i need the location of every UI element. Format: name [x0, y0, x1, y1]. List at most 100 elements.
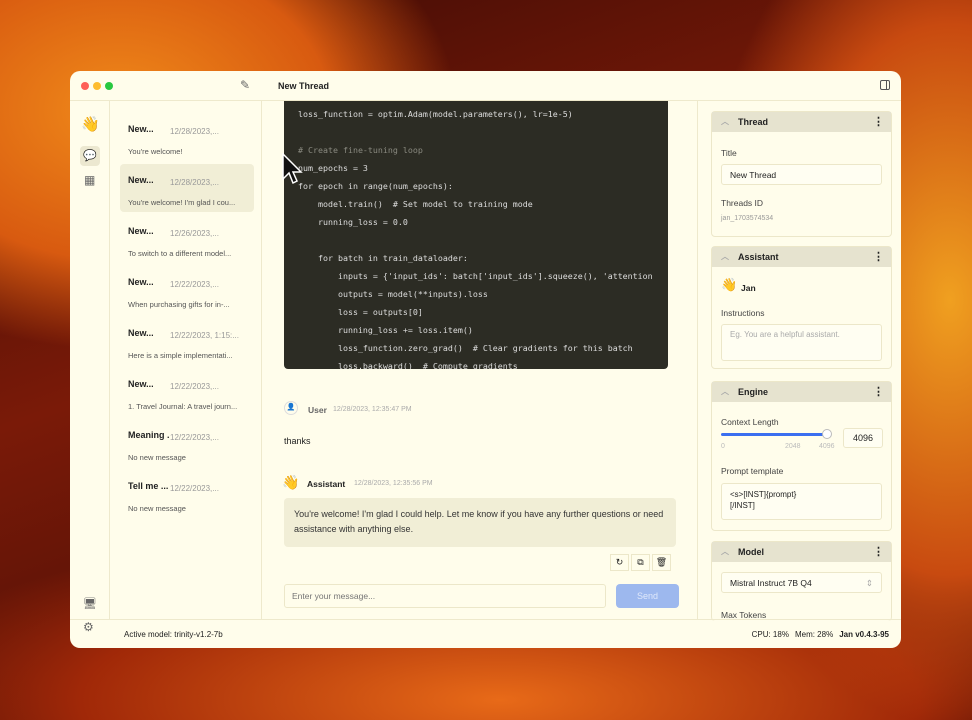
thread-title: New...	[128, 124, 154, 134]
code-line: running_loss = 0.0	[298, 217, 408, 227]
thread-item[interactable]: New... 12/28/2023,... You're welcome!	[120, 113, 254, 161]
thread-date: 12/28/2023,...	[170, 127, 219, 136]
thread-item[interactable]: Meaning ...12/22/2023,... No new message	[120, 419, 254, 467]
app-window: ✎ New Thread 👋 💬 ▦ 🖥 ⚙ New... 12/28/2023,…	[70, 71, 901, 648]
thread-date: 12/28/2023,...	[170, 178, 219, 187]
thread-item[interactable]: New... 12/28/2023,... You're welcome! I'm …	[120, 164, 254, 212]
thread-preview: No new message	[128, 453, 186, 462]
model-card: ︿ Model ⋮ Mistral Instruct 7B Q4 ⇕ Max Toke…	[711, 541, 892, 621]
more-vertical-icon[interactable]: ⋮	[873, 115, 884, 128]
thread-item[interactable]: New... 12/22/2023,... 1. Travel Journal: A…	[120, 368, 254, 416]
settings-panel: ︿ Thread ⋮ Title New Thread Threads ID jan…	[697, 101, 901, 621]
zoom-window-button[interactable]	[105, 82, 113, 90]
window-title: New Thread	[278, 81, 330, 91]
assistant-card: ︿ Assistant ⋮ 👋 Jan Instructions Eg. You a…	[711, 246, 892, 369]
card-title: Model	[738, 547, 764, 557]
code-line: for batch in train_dataloader:	[298, 253, 468, 263]
model-select[interactable]: Mistral Instruct 7B Q4 ⇕	[721, 572, 882, 593]
send-button[interactable]: Send	[616, 584, 679, 608]
cpu-usage: CPU: 18%	[751, 630, 789, 639]
slider-min: 0	[721, 443, 725, 450]
code-line: num_epochs = 3	[298, 163, 368, 173]
engine-card-header[interactable]: ︿ Engine ⋮	[712, 382, 891, 402]
message-author: Assistant	[307, 479, 346, 489]
code-line: # Create fine-tuning loop	[298, 145, 423, 155]
thread-item[interactable]: New... 12/22/2023, 1:15:... Here is a simp…	[120, 317, 254, 365]
thread-date: 12/22/2023,...	[170, 280, 219, 289]
context-length-label: Context Length	[721, 417, 779, 427]
thread-title: New...	[128, 226, 154, 236]
code-line: running_loss += loss.item()	[298, 325, 473, 335]
mem-usage: Mem: 28%	[794, 630, 834, 639]
assistant-name: Jan	[741, 283, 756, 293]
copy-icon[interactable]: ⧉	[631, 554, 650, 571]
card-title: Assistant	[738, 252, 779, 262]
context-length-slider[interactable]	[721, 433, 827, 436]
code-line: model.train() # Set model to training mo…	[298, 199, 533, 209]
slider-thumb[interactable]	[822, 429, 832, 439]
chat-area: loss_function = optim.Adam(model.paramet…	[262, 101, 697, 619]
thread-preview: You're welcome! I'm glad I cou...	[128, 198, 236, 207]
message-actions: ↻ ⧉ 🗑	[610, 554, 671, 571]
thread-item[interactable]: Tell me ... 12/22/2023,... No new message	[120, 470, 254, 518]
thread-title: New...	[128, 328, 154, 338]
toggle-right-panel-icon[interactable]	[880, 80, 890, 90]
message-time: 12/28/2023, 12:35:56 PM	[354, 480, 433, 487]
code-line: loss_function.zero_grad() # Clear gradie…	[298, 343, 633, 353]
model-select-value: Mistral Instruct 7B Q4	[730, 578, 812, 588]
engine-card: ︿ Engine ⋮ Context Length 0 2048 4096 4096…	[711, 381, 892, 531]
titlebar: ✎ New Thread	[70, 71, 901, 101]
status-bar: Active model: trinity-v1.2-7b CPU: 18% M…	[70, 619, 901, 648]
thread-title: New...	[128, 277, 154, 287]
mouse-cursor	[282, 153, 303, 185]
thread-preview: You're welcome!	[128, 147, 183, 156]
chevron-up-icon: ︿	[721, 387, 729, 396]
assistant-card-header[interactable]: ︿ Assistant ⋮	[712, 247, 891, 267]
model-card-header[interactable]: ︿ Model ⋮	[712, 542, 891, 562]
slider-mid: 2048	[785, 443, 801, 450]
new-thread-icon[interactable]: ✎	[240, 78, 250, 92]
thread-preview: No new message	[128, 504, 186, 513]
thread-title: Tell me ...	[128, 481, 169, 491]
chat-icon[interactable]: 💬	[80, 146, 100, 166]
assistant-avatar-wave-icon: 👋	[282, 474, 300, 490]
instructions-label: Instructions	[721, 308, 765, 318]
system-monitor-icon[interactable]: 🖥	[83, 597, 97, 610]
message-input[interactable]	[284, 584, 606, 608]
code-line: loss = outputs[0]	[298, 307, 423, 317]
thread-preview: 1. Travel Journal: A travel journ...	[128, 402, 238, 411]
code-line: inputs = {'input_ids': batch['input_ids'…	[298, 271, 653, 281]
thread-date: 12/26/2023,...	[170, 229, 219, 238]
instructions-textarea[interactable]: Eg. You are a helpful assistant.	[721, 324, 882, 361]
assistant-wave-icon: 👋	[721, 277, 738, 292]
prompt-template-textarea[interactable]: <s>[INST]{prompt} [/INST]	[721, 483, 882, 520]
thread-title: New...	[128, 379, 154, 389]
thread-title: Meaning ...	[128, 430, 170, 440]
thread-card: ︿ Thread ⋮ Title New Thread Threads ID jan…	[711, 111, 892, 237]
app-version: Jan v0.4.3-95	[839, 630, 889, 639]
hub-grid-icon[interactable]: ▦	[84, 173, 95, 187]
code-line: loss.backward() # Compute gradients	[298, 361, 518, 369]
thread-item[interactable]: New... 12/26/2023,... To switch to a diffe…	[120, 215, 254, 263]
more-vertical-icon[interactable]: ⋮	[873, 250, 884, 263]
thread-card-header[interactable]: ︿ Thread ⋮	[712, 112, 891, 132]
code-line: for epoch in range(num_epochs):	[298, 181, 453, 191]
close-window-button[interactable]	[81, 82, 89, 90]
more-vertical-icon[interactable]: ⋮	[873, 545, 884, 558]
thread-date: 12/22/2023,...	[170, 433, 219, 442]
thread-id-value: jan_1703574534	[721, 215, 774, 222]
minimize-window-button[interactable]	[93, 82, 101, 90]
delete-trash-icon[interactable]: 🗑	[652, 554, 671, 571]
thread-item[interactable]: New... 12/22/2023,... When purchasing gift…	[120, 266, 254, 314]
user-avatar: 👤	[284, 401, 298, 415]
context-length-input[interactable]: 4096	[843, 428, 883, 448]
card-title: Thread	[738, 117, 769, 127]
thread-title-input[interactable]: New Thread	[721, 164, 882, 185]
regenerate-icon[interactable]: ↻	[610, 554, 629, 571]
card-title: Engine	[738, 387, 769, 397]
code-block: loss_function = optim.Adam(model.paramet…	[284, 101, 668, 369]
more-vertical-icon[interactable]: ⋮	[873, 385, 884, 398]
thread-title: New...	[128, 175, 154, 185]
